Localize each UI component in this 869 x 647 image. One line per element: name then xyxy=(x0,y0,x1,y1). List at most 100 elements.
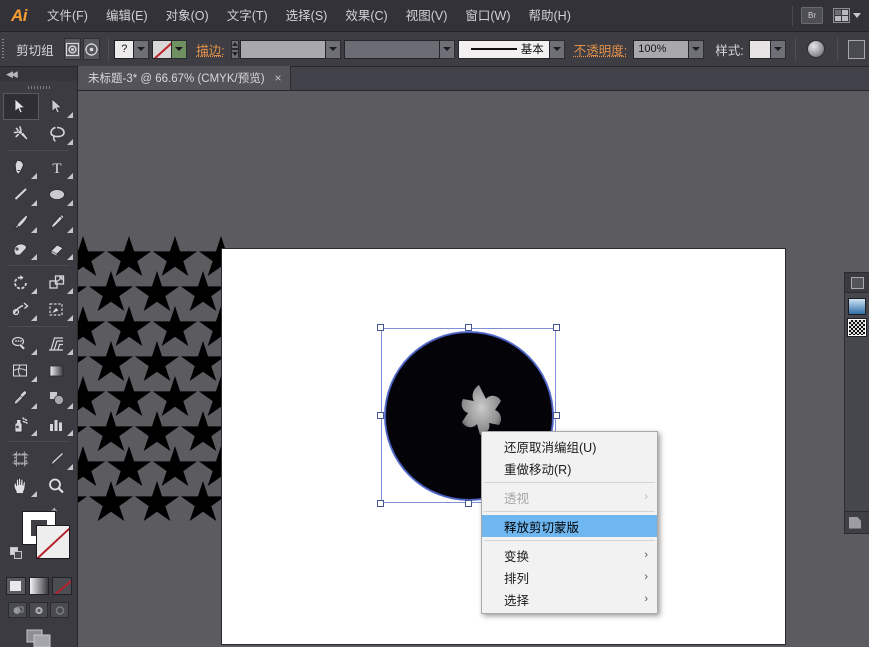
handle-bc[interactable] xyxy=(465,500,472,507)
zoom-tool[interactable] xyxy=(39,472,75,499)
handle-ml[interactable] xyxy=(377,412,384,419)
opacity-arrow[interactable] xyxy=(689,39,705,59)
stroke-color-combo[interactable] xyxy=(152,39,188,59)
handle-tc[interactable] xyxy=(465,324,472,331)
variable-width-arrow[interactable] xyxy=(439,39,455,59)
handle-mr[interactable] xyxy=(553,412,560,419)
ctx-redo-move[interactable]: 重做移动(R) xyxy=(482,457,657,479)
scale-tool[interactable] xyxy=(39,269,75,296)
opacity-combo[interactable]: 100% xyxy=(633,39,705,59)
mesh-tool[interactable] xyxy=(3,357,39,384)
menu-help[interactable]: 帮助(H) xyxy=(520,0,580,32)
shape-builder-tool[interactable] xyxy=(39,296,75,323)
bridge-icon[interactable]: Br xyxy=(801,7,823,24)
screen-mode-button[interactable] xyxy=(25,627,53,647)
graphic-style-combo[interactable] xyxy=(748,39,786,59)
document-setup-button[interactable] xyxy=(844,39,869,59)
width-tool[interactable] xyxy=(3,296,39,323)
direct-selection-tool[interactable] xyxy=(39,93,75,120)
stroke-dropdown-arrow[interactable] xyxy=(172,39,188,59)
blend-tool[interactable] xyxy=(39,384,75,411)
brush-definition-combo[interactable]: 基本 xyxy=(457,39,565,59)
menu-edit[interactable]: 编辑(E) xyxy=(97,0,157,32)
stroke-weight-arrow[interactable] xyxy=(325,39,341,59)
ctx-select[interactable]: 选择 › xyxy=(482,588,657,610)
menu-file[interactable]: 文件(F) xyxy=(38,0,97,32)
draw-inside-button[interactable] xyxy=(50,602,69,618)
lasso-tool[interactable] xyxy=(39,120,75,147)
perspective-grid-tool[interactable] xyxy=(3,330,39,357)
pen-tool[interactable] xyxy=(3,154,39,181)
close-icon[interactable]: × xyxy=(275,71,282,85)
stroke-swatch-large[interactable] xyxy=(36,525,70,559)
symbol-sprayer-tool[interactable] xyxy=(3,411,39,438)
opacity-label[interactable]: 不透明度: xyxy=(568,40,633,59)
rotate-tool[interactable] xyxy=(3,269,39,296)
workspace-switcher-button[interactable] xyxy=(833,8,861,23)
fill-dropdown-arrow[interactable] xyxy=(134,39,150,59)
gradient-tool[interactable] xyxy=(39,357,75,384)
swatch-gradient[interactable] xyxy=(848,298,866,315)
ctx-arrange[interactable]: 排列 › xyxy=(482,566,657,588)
draw-behind-button[interactable] xyxy=(29,602,48,618)
handle-tr[interactable] xyxy=(553,324,560,331)
graphic-style-arrow[interactable] xyxy=(770,39,786,59)
edit-anchor-icon[interactable] xyxy=(82,38,100,60)
chevron-down-icon xyxy=(853,13,861,18)
ctx-transform[interactable]: 变换 › xyxy=(482,544,657,566)
isolate-group-icon[interactable] xyxy=(63,38,81,60)
pencil-tool[interactable] xyxy=(39,208,75,235)
ctx-release-clipping-mask[interactable]: 释放剪切蒙版 xyxy=(482,515,657,537)
selection-tool[interactable] xyxy=(2,93,39,120)
brush-definition-field[interactable]: 基本 xyxy=(457,39,550,59)
paintbrush-tool[interactable] xyxy=(3,208,39,235)
slice-tool[interactable] xyxy=(39,445,75,472)
fill-swatch[interactable]: ? xyxy=(114,39,135,59)
variable-width-field[interactable] xyxy=(343,39,440,59)
ctx-undo-ungroup[interactable]: 还原取消编组(U) xyxy=(482,435,657,457)
fill-color-combo[interactable]: ? xyxy=(114,39,150,59)
default-fill-stroke-icon[interactable] xyxy=(10,547,23,560)
menu-select[interactable]: 选择(S) xyxy=(277,0,337,32)
ellipse-tool[interactable] xyxy=(39,181,75,208)
menu-view[interactable]: 视图(V) xyxy=(397,0,457,32)
eyedropper-tool[interactable] xyxy=(3,384,39,411)
handle-tl[interactable] xyxy=(377,324,384,331)
opacity-field[interactable]: 100% xyxy=(633,39,690,59)
column-graph-tool[interactable] xyxy=(39,411,75,438)
type-tool[interactable]: T xyxy=(39,154,75,181)
magic-wand-tool[interactable] xyxy=(3,120,39,147)
transparency-button[interactable] xyxy=(801,40,831,58)
handle-bl[interactable] xyxy=(377,500,384,507)
stroke-weight-combo[interactable] xyxy=(239,39,341,59)
none-mode-button[interactable] xyxy=(51,577,72,595)
panel-tab-icon-button[interactable] xyxy=(845,273,869,293)
menu-object[interactable]: 对象(O) xyxy=(157,0,218,32)
variable-width-combo[interactable] xyxy=(343,39,455,59)
document-canvas[interactable] xyxy=(78,91,869,647)
hand-tool[interactable] xyxy=(3,472,39,499)
stroke-none-swatch[interactable] xyxy=(152,39,173,59)
gradient-mode-button[interactable] xyxy=(28,577,49,595)
menu-type[interactable]: 文字(T) xyxy=(218,0,277,32)
blob-brush-tool[interactable] xyxy=(3,235,39,262)
stroke-label[interactable]: 描边: xyxy=(190,40,230,59)
tools-panel-grip[interactable] xyxy=(0,81,77,93)
swatch-pattern-selected[interactable] xyxy=(847,318,867,337)
perspective-selection-tool[interactable] xyxy=(39,330,75,357)
eraser-tool[interactable] xyxy=(39,235,75,262)
color-mode-button[interactable] xyxy=(5,577,26,595)
line-segment-tool[interactable] xyxy=(3,181,39,208)
stroke-weight-stepper[interactable] xyxy=(230,39,239,59)
panel-footer[interactable] xyxy=(845,511,869,533)
star-pattern-artwork[interactable] xyxy=(78,236,244,522)
menu-window[interactable]: 窗口(W) xyxy=(456,0,519,32)
artboard-tool[interactable] xyxy=(3,445,39,472)
document-tab[interactable]: 未标题-3* @ 66.67% (CMYK/预览) × xyxy=(78,66,291,90)
draw-normal-button[interactable] xyxy=(8,602,27,618)
tools-collapse-button[interactable]: ◀◀ xyxy=(0,67,77,81)
stroke-weight-field[interactable] xyxy=(239,39,326,59)
brush-definition-arrow[interactable] xyxy=(549,39,565,59)
menu-effect[interactable]: 效果(C) xyxy=(336,0,396,32)
graphic-style-swatch[interactable] xyxy=(748,39,771,59)
